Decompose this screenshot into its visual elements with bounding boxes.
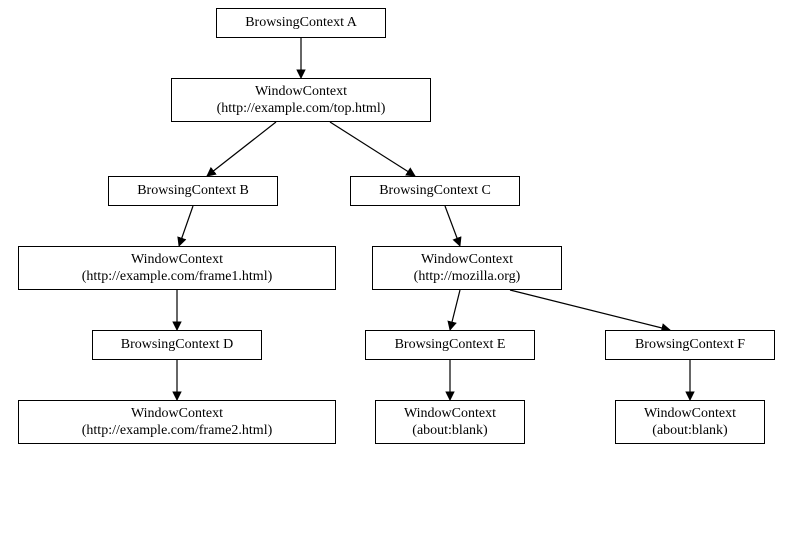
edge-wcA-bcC (330, 122, 415, 176)
node-browsingcontext-f: BrowsingContext F (605, 330, 775, 360)
node-windowcontext-blank-f: WindowContext (about:blank) (615, 400, 765, 444)
diagram-canvas: BrowsingContext A WindowContext (http://… (0, 0, 805, 547)
edge-wcC-bcF (510, 290, 670, 330)
node-browsingcontext-d: BrowsingContext D (92, 330, 262, 360)
edge-bcB-wcB (179, 206, 193, 246)
node-browsingcontext-b: BrowsingContext B (108, 176, 278, 206)
edge-bcC-wcC (445, 206, 460, 246)
node-windowcontext-blank-e: WindowContext (about:blank) (375, 400, 525, 444)
node-windowcontext-mozilla: WindowContext (http://mozilla.org) (372, 246, 562, 290)
node-windowcontext-frame2: WindowContext (http://example.com/frame2… (18, 400, 336, 444)
node-windowcontext-frame1: WindowContext (http://example.com/frame1… (18, 246, 336, 290)
node-browsingcontext-e: BrowsingContext E (365, 330, 535, 360)
node-browsingcontext-c: BrowsingContext C (350, 176, 520, 206)
node-windowcontext-top: WindowContext (http://example.com/top.ht… (171, 78, 431, 122)
node-browsingcontext-a: BrowsingContext A (216, 8, 386, 38)
edge-wcC-bcE (450, 290, 460, 330)
edge-wcA-bcB (207, 122, 276, 176)
